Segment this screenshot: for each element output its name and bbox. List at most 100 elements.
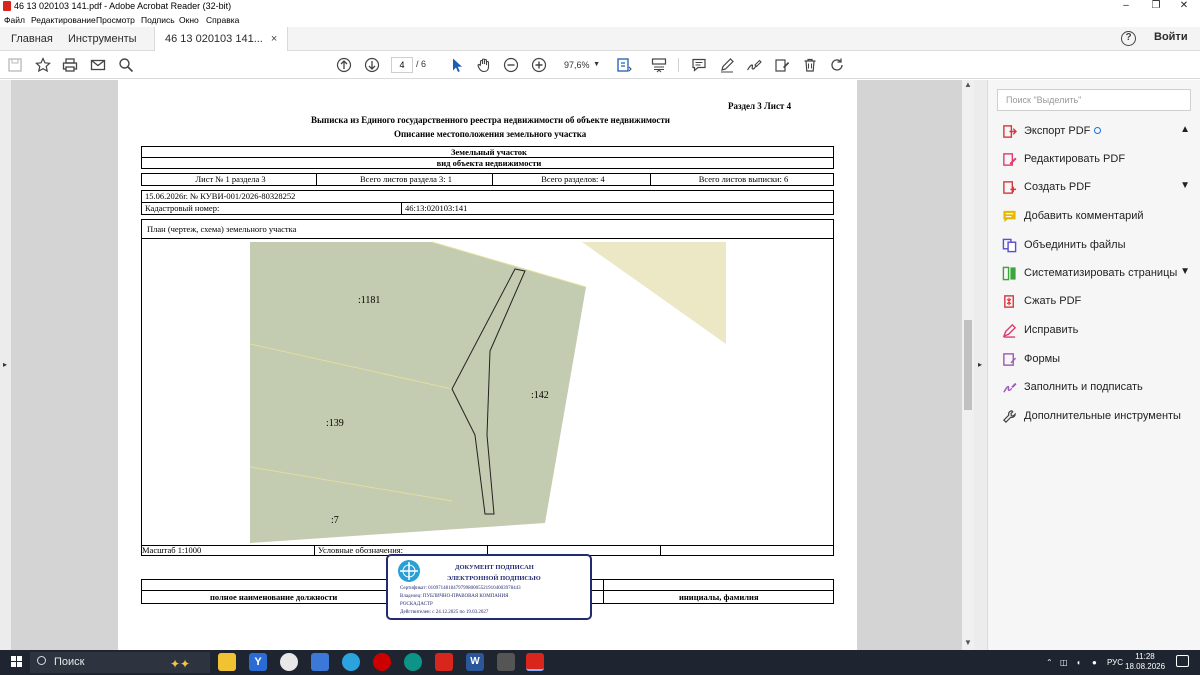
zoom-out-icon[interactable] [501,55,521,75]
taskbar-clock[interactable]: 11:28 18.08.2026 [1125,652,1165,672]
restore-button[interactable]: ❐ [1142,0,1170,13]
tool-edit-pdf[interactable]: Редактировать PDF [1002,150,1192,170]
hand-tool-icon[interactable] [474,55,494,75]
tab-document[interactable]: 46 13 020103 141... × [154,27,289,52]
search-tools-input[interactable]: Поиск "Выделить" [997,89,1191,111]
save-icon[interactable] [5,55,25,75]
parcel-label-1181: :1181 [358,295,380,306]
tool-fill-sign[interactable]: Заполнить и подписать [1002,378,1192,398]
close-window-button[interactable]: ✕ [1170,0,1198,13]
forms-icon [1003,353,1017,366]
app-icon[interactable] [435,653,453,671]
chevron-down-icon: ▼ [593,61,600,68]
acrobat-taskbar-icon[interactable] [526,653,544,671]
toolbar-divider [678,58,679,72]
windows-taskbar: Поиск ✦✦ Y W ⌃ ◫ ◖ ● РУС 11:28 18.08.202… [0,650,1200,675]
clock-date: 18.08.2026 [1125,662,1166,671]
app-icon[interactable] [404,653,422,671]
trash-icon[interactable] [800,55,820,75]
vertical-scrollbar[interactable]: ▲ ▼ [962,80,974,650]
scroll-down-icon[interactable]: ▼ [964,638,972,647]
yandex-browser-icon[interactable]: Y [249,653,267,671]
total-sections-cell: Всего разделов: 4 [492,173,651,186]
menu-sign[interactable]: Подпись [141,15,175,25]
word-icon[interactable]: W [466,653,484,671]
taskbar-search-label: Поиск [54,656,85,668]
scroll-mode-icon[interactable] [649,55,669,75]
tool-more-tools[interactable]: Дополнительные инструменты [1002,407,1192,427]
print-icon[interactable] [60,55,80,75]
right-panel-toggle[interactable]: ▸ [974,80,987,650]
email-icon[interactable] [88,55,108,75]
network-icon[interactable]: ◫ [1060,658,1068,667]
bookmark-star-icon[interactable] [33,55,53,75]
tab-tools[interactable]: Инструменты [68,27,137,51]
previous-page-icon[interactable] [334,55,354,75]
browser-icon[interactable] [280,653,298,671]
app-icon[interactable] [373,653,391,671]
rotate-icon[interactable] [827,55,847,75]
tool-forms[interactable]: Формы [1002,350,1192,370]
tools-side-panel: Поиск "Выделить" Экспорт PDF ▲ Редактиро… [987,80,1200,650]
sign-icon[interactable] [744,55,764,75]
calculator-icon[interactable] [311,653,329,671]
zoom-in-icon[interactable] [529,55,549,75]
stamp-owner-org: РОСКАДАСТР [400,602,433,607]
tool-export-pdf[interactable]: Экспорт PDF ▲ [1002,122,1192,142]
signature-divider [141,579,142,604]
scrollbar-thumb[interactable] [964,320,972,410]
search-icon[interactable] [116,55,136,75]
tray-chevron-icon[interactable]: ⌃ [1046,658,1053,667]
page-number-input[interactable]: 4 [391,57,413,73]
archiver-icon[interactable] [497,653,515,671]
search-icon [37,656,46,665]
taskbar-search-box[interactable]: Поиск ✦✦ [30,652,210,673]
cadastral-number-cell: 46:13:020103:141 [401,202,834,215]
minimize-button[interactable]: – [1112,0,1140,13]
chevron-down-icon[interactable]: ▼ [1180,266,1190,277]
acrobat-app-icon [3,1,11,11]
menu-help[interactable]: Справка [206,15,239,25]
select-cursor-icon[interactable] [447,55,467,75]
menu-view[interactable]: Просмотр [96,15,135,25]
scroll-up-icon[interactable]: ▲ [964,80,972,89]
left-panel-toggle[interactable]: ▸ [0,80,11,650]
notification-icon[interactable] [1176,655,1189,667]
telegram-icon[interactable] [342,653,360,671]
tool-combine-files[interactable]: Объединить файлы [1002,236,1192,256]
toolbar: 4 / 6 97,6% ▼ [0,51,1200,79]
menu-window[interactable]: Окно [179,15,199,25]
document-subtitle: Описание местоположения земельного участ… [394,129,587,139]
windows-start-icon[interactable] [11,656,23,668]
sign-in-button[interactable]: Войти [1154,31,1188,43]
stamp-line2: ЭЛЕКТРОННОЙ ПОДПИСЬЮ [447,575,541,582]
menu-edit[interactable]: Редактирование [31,15,96,25]
tool-compress-pdf[interactable]: Сжать PDF [1002,292,1192,312]
combine-files-icon [1002,238,1017,253]
help-icon[interactable]: ? [1121,31,1136,46]
tool-label: Сжать PDF [1024,295,1082,307]
emblem-icon [398,560,420,582]
tool-create-pdf[interactable]: Создать PDF ▼ [1002,178,1192,198]
volume-icon[interactable]: ◖ [1076,658,1081,667]
fill-form-icon[interactable] [772,55,792,75]
zoom-level-select[interactable]: 97,6% ▼ [556,57,602,73]
object-type-caption: вид объекта недвижимости [141,157,834,169]
tool-add-comment[interactable]: Добавить комментарий [1002,207,1192,227]
comment-icon[interactable] [689,55,709,75]
tab-bar: Главная Инструменты 46 13 020103 141... × [0,27,1200,52]
highlight-pen-icon[interactable] [717,55,737,75]
cadastral-plan-map: :1181 :142 :139 :7 [249,241,726,543]
language-indicator[interactable]: РУС [1107,658,1123,667]
tab-close-icon[interactable]: × [271,33,277,45]
tool-redact[interactable]: Исправить [1002,321,1192,341]
tool-organize-pages[interactable]: Систематизировать страницы ▼ [1002,264,1192,284]
next-page-icon[interactable] [362,55,382,75]
file-explorer-icon[interactable] [218,653,236,671]
microphone-icon[interactable]: ● [1092,658,1097,667]
menu-file[interactable]: Файл [4,15,25,25]
page-fit-icon[interactable] [614,55,634,75]
chevron-down-icon[interactable]: ▼ [1180,180,1190,191]
tab-home[interactable]: Главная [11,27,53,51]
chevron-up-icon[interactable]: ▲ [1180,124,1190,135]
